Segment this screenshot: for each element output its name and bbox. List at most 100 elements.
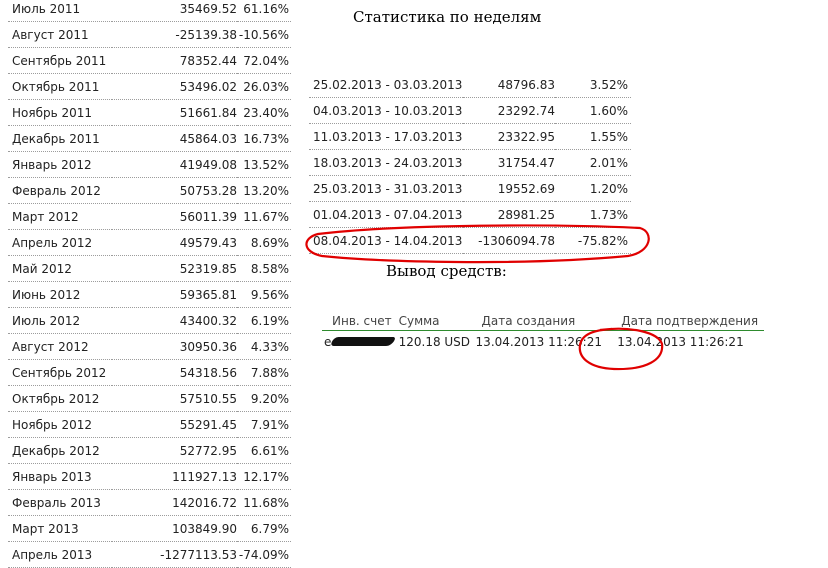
monthly-period: Октябрь 2012 bbox=[8, 385, 112, 412]
weekly-row: 25.03.2013 - 31.03.2013 19552.69 1.20% bbox=[309, 175, 631, 202]
withdrawal-header-row: Инв. счет Сумма Дата создания Дата подтв… bbox=[322, 312, 765, 331]
weekly-period: 01.04.2013 - 07.04.2013 bbox=[309, 201, 463, 228]
monthly-row: Октябрь 2011 53496.02 26.03% bbox=[8, 73, 291, 100]
monthly-amount: -25139.38 bbox=[112, 21, 237, 48]
monthly-percent: 12.17% bbox=[237, 463, 291, 490]
header-created: Дата создания bbox=[473, 312, 614, 331]
monthly-amount: 43400.32 bbox=[112, 307, 237, 334]
monthly-period: Март 2013 bbox=[8, 515, 112, 542]
monthly-row: Декабрь 2012 52772.95 6.61% bbox=[8, 437, 291, 464]
header-account: Инв. счет bbox=[322, 312, 397, 331]
monthly-row: Сентябрь 2011 78352.44 72.04% bbox=[8, 47, 291, 74]
weekly-amount: 28981.25 bbox=[463, 201, 555, 228]
monthly-period: Июнь 2012 bbox=[8, 281, 112, 308]
monthly-amount: 78352.44 bbox=[112, 47, 237, 74]
weekly-amount: 48796.83 bbox=[463, 72, 555, 98]
monthly-period: Октябрь 2011 bbox=[8, 73, 112, 100]
monthly-amount: 51661.84 bbox=[112, 99, 237, 126]
weekly-row: 04.03.2013 - 10.03.2013 23292.74 1.60% bbox=[309, 97, 631, 124]
monthly-percent: -74.09% bbox=[237, 541, 291, 568]
monthly-period: Сентябрь 2011 bbox=[8, 47, 112, 74]
monthly-period: Май 2012 bbox=[8, 255, 112, 282]
monthly-percent: 4.33% bbox=[237, 333, 291, 360]
weekly-period: 11.03.2013 - 17.03.2013 bbox=[309, 123, 463, 150]
monthly-amount: 59365.81 bbox=[112, 281, 237, 308]
monthly-amount: 103849.90 bbox=[112, 515, 237, 542]
monthly-period: Февраль 2012 bbox=[8, 177, 112, 204]
monthly-amount: 55291.45 bbox=[112, 411, 237, 438]
weekly-row: 11.03.2013 - 17.03.2013 23322.95 1.55% bbox=[309, 123, 631, 150]
monthly-percent: 9.56% bbox=[237, 281, 291, 308]
monthly-percent: 13.20% bbox=[237, 177, 291, 204]
monthly-percent: 7.88% bbox=[237, 359, 291, 386]
monthly-row: Февраль 2012 50753.28 13.20% bbox=[8, 177, 291, 204]
monthly-amount: 30950.36 bbox=[112, 333, 237, 360]
monthly-amount: 56011.39 bbox=[112, 203, 237, 230]
monthly-percent: 9.20% bbox=[237, 385, 291, 412]
monthly-row: Август 2012 30950.36 4.33% bbox=[8, 333, 291, 360]
monthly-percent: 11.67% bbox=[237, 203, 291, 230]
monthly-amount: 52772.95 bbox=[112, 437, 237, 464]
weekly-period: 25.02.2013 - 03.03.2013 bbox=[309, 72, 463, 98]
weekly-stats-title: Статистика по неделям bbox=[353, 8, 542, 26]
monthly-percent: 8.69% bbox=[237, 229, 291, 256]
monthly-amount: 35469.52 bbox=[112, 0, 237, 22]
monthly-period: Январь 2012 bbox=[8, 151, 112, 178]
weekly-percent: 1.55% bbox=[555, 123, 631, 150]
monthly-percent: -10.56% bbox=[237, 21, 291, 48]
withdrawal-table: Инв. счет Сумма Дата создания Дата подтв… bbox=[322, 312, 765, 354]
monthly-row: Август 2011 -25139.38 -10.56% bbox=[8, 21, 291, 48]
monthly-period: Декабрь 2011 bbox=[8, 125, 112, 152]
weekly-row: 18.03.2013 - 24.03.2013 31754.47 2.01% bbox=[309, 149, 631, 176]
header-sum: Сумма bbox=[396, 312, 474, 331]
monthly-percent: 6.61% bbox=[237, 437, 291, 464]
monthly-period: Ноябрь 2012 bbox=[8, 411, 112, 438]
weekly-row: 01.04.2013 - 07.04.2013 28981.25 1.73% bbox=[309, 201, 631, 228]
monthly-period: Ноябрь 2011 bbox=[8, 99, 112, 126]
monthly-stats-table: Июль 2011 35469.52 61.16% Август 2011 -25139… bbox=[8, 0, 291, 568]
monthly-row: Октябрь 2012 57510.55 9.20% bbox=[8, 385, 291, 412]
weekly-percent: 1.73% bbox=[555, 201, 631, 228]
monthly-row: Март 2012 56011.39 11.67% bbox=[8, 203, 291, 230]
monthly-row: Июнь 2012 59365.81 9.56% bbox=[8, 281, 291, 308]
monthly-row: Ноябрь 2012 55291.45 7.91% bbox=[8, 411, 291, 438]
weekly-amount: 23292.74 bbox=[463, 97, 555, 124]
withdrawal-title: Вывод средств: bbox=[386, 262, 507, 280]
monthly-period: Декабрь 2012 bbox=[8, 437, 112, 464]
monthly-period: Апрель 2012 bbox=[8, 229, 112, 256]
weekly-amount: 19552.69 bbox=[463, 175, 555, 202]
monthly-amount: 52319.85 bbox=[112, 255, 237, 282]
monthly-row: Сентябрь 2012 54318.56 7.88% bbox=[8, 359, 291, 386]
weekly-percent: 1.20% bbox=[555, 175, 631, 202]
weekly-row: 08.04.2013 - 14.04.2013 -1306094.78 -75.82… bbox=[309, 227, 631, 254]
monthly-percent: 11.68% bbox=[237, 489, 291, 516]
withdrawal-account: е bbox=[322, 331, 397, 354]
withdrawal-sum: 120.18 USD bbox=[398, 335, 471, 349]
monthly-percent: 72.04% bbox=[237, 47, 291, 74]
monthly-percent: 6.19% bbox=[237, 307, 291, 334]
monthly-amount: 57510.55 bbox=[112, 385, 237, 412]
monthly-percent: 61.16% bbox=[237, 0, 291, 22]
weekly-period: 18.03.2013 - 24.03.2013 bbox=[309, 149, 463, 176]
weekly-row: 25.02.2013 - 03.03.2013 48796.83 3.52% bbox=[309, 72, 631, 98]
monthly-period: Февраль 2013 bbox=[8, 489, 112, 516]
weekly-percent: 1.60% bbox=[555, 97, 631, 124]
monthly-percent: 13.52% bbox=[237, 151, 291, 178]
monthly-amount: 142016.72 bbox=[112, 489, 237, 516]
monthly-percent: 23.40% bbox=[237, 99, 291, 126]
weekly-period: 08.04.2013 - 14.04.2013 bbox=[309, 227, 463, 254]
monthly-period: Июль 2012 bbox=[8, 307, 112, 334]
monthly-row: Апрель 2012 49579.43 8.69% bbox=[8, 229, 291, 256]
monthly-row: Ноябрь 2011 51661.84 23.40% bbox=[8, 99, 291, 126]
monthly-row: Январь 2012 41949.08 13.52% bbox=[8, 151, 291, 178]
weekly-amount: 31754.47 bbox=[463, 149, 555, 176]
monthly-period: Сентябрь 2012 bbox=[8, 359, 112, 386]
monthly-period: Август 2012 bbox=[8, 333, 112, 360]
monthly-percent: 8.58% bbox=[237, 255, 291, 282]
monthly-row: Декабрь 2011 45864.03 16.73% bbox=[8, 125, 291, 152]
monthly-amount: 41949.08 bbox=[112, 151, 237, 178]
weekly-amount: 23322.95 bbox=[463, 123, 555, 150]
monthly-row: Февраль 2013 142016.72 11.68% bbox=[8, 489, 291, 516]
monthly-amount: 45864.03 bbox=[112, 125, 237, 152]
header-confirmed: Дата подтверждения bbox=[613, 312, 765, 331]
